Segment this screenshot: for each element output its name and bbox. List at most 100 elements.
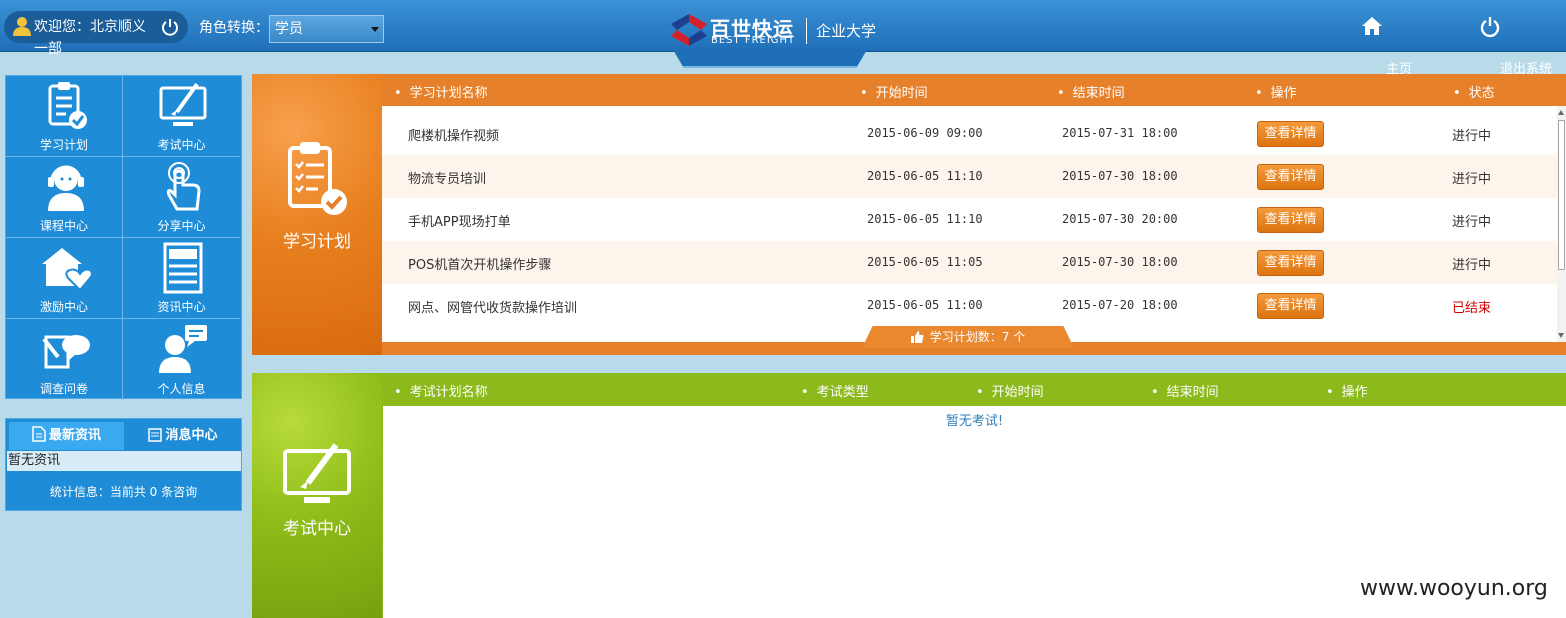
nav-label: 学习计划 [39,138,88,152]
clipboard-check-icon [48,82,87,129]
end-time: 2015-07-31 18:00 [1062,126,1178,140]
start-time: 2015-06-09 09:00 [867,126,983,140]
nav-item-survey[interactable]: 调查问卷 [6,319,123,400]
col-start-time: 开始时间 [860,82,928,101]
col-status: 状态 [1453,82,1495,101]
watermark-text: www.wooyun.org [1360,576,1548,601]
monitor-pen-icon [159,82,207,126]
nav-item-incentive-center[interactable]: 激励中心 [6,238,123,319]
nav-item-exam-center[interactable]: 考试中心 [123,76,240,157]
role-select[interactable]: 学员 [269,15,384,43]
nav-item-study-plan[interactable]: 学习计划 [6,76,123,157]
view-detail-button[interactable]: 查看详情 [1257,293,1324,319]
col-exam-name: 考试计划名称 [394,381,488,400]
col-exam-type: 考试类型 [801,381,869,400]
thumbs-up-icon [910,331,924,343]
nav-label: 激励中心 [39,300,88,314]
study-plan-panel: 学习计划 学习计划名称 开始时间 结束时间 操作 状态 爬楼机操作视频 2015… [252,74,1566,355]
nav-item-news-center[interactable]: 资讯中心 [123,238,240,319]
scroll-thumb[interactable] [1558,120,1565,270]
col-end-time: 结束时间 [1151,381,1219,400]
plan-name: 爬楼机操作视频 [408,129,500,144]
role-select-value: 学员 [275,21,303,37]
document-icon [32,426,46,442]
status-text: 进行中 [1452,258,1492,273]
user-pill: 欢迎您：北京顺义 [4,11,188,43]
logo-university-text: 企业大学 [816,22,877,40]
monitor-pen-icon [283,443,351,503]
user-icon [13,17,31,36]
study-scrollbar[interactable] [1557,106,1566,342]
exam-center-side: 考试中心 [252,373,382,618]
study-plan-title: 学习计划 [283,232,351,252]
study-table-body: 爬楼机操作视频 2015-06-09 09:00 2015-07-31 18:0… [382,106,1557,342]
end-time: 2015-07-30 20:00 [1062,212,1178,226]
chevron-down-icon [371,27,379,32]
nav-label: 个人信息 [157,382,206,396]
view-detail-button[interactable]: 查看详情 [1257,250,1324,276]
table-row: POS机首次开机操作步骤 2015-06-05 11:05 2015-07-30… [382,241,1557,284]
table-row: 物流专员培训 2015-06-05 11:10 2015-07-30 18:00… [382,155,1557,198]
status-text: 进行中 [1452,172,1492,187]
nav-label: 课程中心 [39,219,88,233]
survey-question-icon [42,335,90,369]
welcome-text: 欢迎您：北京顺义 [34,19,146,35]
study-table-header: 学习计划名称 开始时间 结束时间 操作 状态 [382,74,1566,106]
table-row: 爬楼机操作视频 2015-06-09 09:00 2015-07-31 18:0… [382,112,1557,155]
col-end-time: 结束时间 [1057,82,1125,101]
nav-label: 调查问卷 [39,382,88,396]
person-chat-icon [159,325,207,373]
tab-label: 消息中心 [165,428,218,443]
col-action: 操作 [1255,82,1297,101]
logout-power-icon[interactable] [160,17,180,37]
news-empty-text: 暂无资讯 [7,451,241,471]
start-time: 2015-06-05 11:10 [867,212,983,226]
view-detail-button[interactable]: 查看详情 [1257,121,1324,147]
exam-table-header: 考试计划名称 考试类型 开始时间 结束时间 操作 [382,373,1566,406]
study-plan-side: 学习计划 [252,74,382,355]
status-text: 进行中 [1452,215,1492,230]
start-time: 2015-06-05 11:05 [867,255,983,269]
role-switch-label: 角色转换： [199,20,269,36]
nav-item-course-center[interactable]: 课程中心 [6,157,123,238]
hand-pointer-icon [166,162,201,211]
table-row: 手机APP现场打单 2015-06-05 11:10 2015-07-30 20… [382,198,1557,241]
top-header: 欢迎您：北京顺义 一部 角色转换： 学员 百世快运 BEST FREIGHT 企… [0,0,1566,57]
nav-item-share-center[interactable]: 分享中心 [123,157,240,238]
headset-person-icon [48,165,84,211]
col-start-time: 开始时间 [976,381,1044,400]
home-icon[interactable] [1361,16,1383,36]
view-detail-button[interactable]: 查看详情 [1257,207,1324,233]
nav-label: 考试中心 [157,138,206,152]
nav-label: 分享中心 [157,219,206,233]
tab-message-center[interactable]: 消息中心 [126,422,240,450]
nav-label: 资讯中心 [157,300,206,314]
welcome-text-line2: 一部 [34,41,62,57]
newspaper-icon [163,242,203,294]
end-time: 2015-07-30 18:00 [1062,169,1178,183]
clipboard-check-icon [288,142,347,215]
nav-item-personal-info[interactable]: 个人信息 [123,319,240,400]
plan-name: 物流专员培训 [408,172,487,187]
status-text: 已结束 [1452,301,1492,316]
nav-grid: 学习计划 考试中心 课程中心 分享中心 激励中心 资讯中心 调查问卷 个人信息 [5,75,242,400]
study-count-text: 学习计划数：7 个 [929,330,1026,344]
scroll-down-icon[interactable] [1558,333,1564,338]
tab-latest-news[interactable]: 最新资讯 [9,422,124,450]
house-heart-icon [42,248,92,292]
study-count-badge: 学习计划数：7 个 [862,326,1074,348]
exit-power-icon[interactable] [1480,16,1500,38]
list-icon [148,428,163,442]
plan-name: POS机首次开机操作步骤 [408,258,552,273]
status-text: 进行中 [1452,129,1492,144]
best-logo-icon [671,14,707,46]
scroll-up-icon[interactable] [1558,110,1564,115]
view-detail-button[interactable]: 查看详情 [1257,164,1324,190]
col-action: 操作 [1326,381,1368,400]
exam-center-title: 考试中心 [283,519,351,539]
start-time: 2015-06-05 11:00 [867,298,983,312]
tab-label: 最新资讯 [48,428,101,443]
exam-empty-text: 暂无考试! [945,414,1004,429]
end-time: 2015-07-20 18:00 [1062,298,1178,312]
plan-name: 手机APP现场打单 [408,215,511,230]
